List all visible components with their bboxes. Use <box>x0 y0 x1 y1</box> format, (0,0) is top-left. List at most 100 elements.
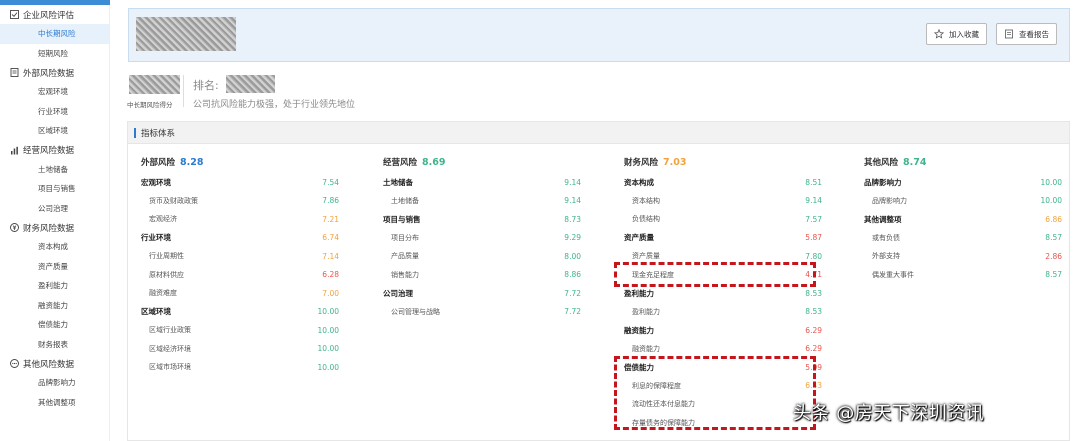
company-name-redacted <box>136 17 236 51</box>
sidebar-item[interactable]: 短期风险 <box>0 44 109 64</box>
indicator-row: 其他调整项 6.86 <box>864 210 1062 229</box>
sidebar-item[interactable]: 项目与销售 <box>0 179 109 199</box>
sidebar-item[interactable]: 财务报表 <box>0 335 109 355</box>
add-favorite-button[interactable]: 加入收藏 <box>926 23 987 45</box>
operating-risk-column: 经营风险 8.69 土地储备 9.14 土地储备 9.14 项目与销售 8.73 项目分布 9.2… <box>383 151 581 321</box>
indicator-value: 8.57 <box>1045 233 1062 243</box>
indicator-label: 融资能力 <box>632 344 660 353</box>
indicator-value: 5.87 <box>805 233 822 243</box>
indicator-value: 10.00 <box>1040 196 1062 206</box>
view-report-label: 查看报告 <box>1019 29 1049 39</box>
indicator-row: 产品质量 8.00 <box>383 247 581 266</box>
column-title-label: 经营风险 <box>383 158 418 168</box>
sidebar-item-label: 项目与销售 <box>38 184 76 194</box>
indicator-value: 8.73 <box>564 214 581 224</box>
panel-accent-bar <box>134 127 136 138</box>
indicator-row: 资本结构 9.14 <box>624 192 822 211</box>
indicator-value: 6.29 <box>805 325 822 335</box>
sidebar-item[interactable]: 融资能力 <box>0 296 109 316</box>
sidebar-item[interactable]: 资本构成 <box>0 237 109 257</box>
rank-value-redacted <box>226 75 275 93</box>
indicator-row: 项目与销售 8.73 <box>383 210 581 229</box>
view-report-button[interactable]: 查看报告 <box>996 23 1057 45</box>
indicator-value: 7.21 <box>322 214 339 224</box>
indicator-row: 原材料供应 6.28 <box>141 266 339 285</box>
indicator-value: 7.86 <box>322 196 339 206</box>
sidebar-group[interactable]: 财务风险数据 <box>0 218 109 237</box>
column-score: 8.28 <box>180 156 204 168</box>
sidebar-item[interactable]: 土地储备 <box>0 160 109 180</box>
indicator-value: 8.51 <box>805 177 822 187</box>
sidebar-item-label: 财务报表 <box>38 339 68 349</box>
sidebar-item[interactable]: 盈利能力 <box>0 276 109 296</box>
highlight-box-cash <box>614 262 816 287</box>
indicator-label: 其他调整项 <box>864 214 902 224</box>
sidebar-item[interactable]: 宏观环境 <box>0 82 109 102</box>
sidebar-item-label: 宏观环境 <box>38 87 68 97</box>
indicator-value: 7.00 <box>322 288 339 298</box>
sidebar-item-label: 区域环境 <box>38 126 68 136</box>
sidebar-item[interactable]: 中长期风险 <box>0 24 109 44</box>
sidebar-item[interactable]: 行业环境 <box>0 102 109 122</box>
sidebar-group-label: 其他风险数据 <box>23 359 75 370</box>
score-value-redacted <box>129 75 180 94</box>
indicator-row: 区域市场环境 10.00 <box>141 358 339 377</box>
sidebar-item[interactable]: 其他调整项 <box>0 393 109 413</box>
indicator-row: 盈利能力 8.53 <box>624 303 822 322</box>
column-title-label: 财务风险 <box>624 158 659 168</box>
indicator-value: 10.00 <box>317 344 339 354</box>
indicator-row: 项目分布 9.29 <box>383 229 581 248</box>
indicator-label: 销售能力 <box>391 270 419 279</box>
score-label: 中长期风险得分 <box>127 101 173 109</box>
indicator-label: 区域经济环境 <box>149 344 191 353</box>
indicator-label: 行业环境 <box>141 233 171 243</box>
indicator-label: 融资难度 <box>149 289 177 298</box>
sidebar-group-label: 财务风险数据 <box>23 223 75 234</box>
indicator-row: 区域经济环境 10.00 <box>141 340 339 359</box>
indicator-value: 8.57 <box>1045 270 1062 280</box>
panel-header: 指标体系 <box>128 122 1069 144</box>
report-icon <box>1005 29 1013 39</box>
sidebar-item[interactable]: 偿债能力 <box>0 315 109 335</box>
sidebar-item[interactable]: 公司治理 <box>0 199 109 219</box>
indicator-value: 6.74 <box>322 233 339 243</box>
sidebar-item[interactable]: 品牌影响力 <box>0 373 109 393</box>
indicator-label: 区域行业政策 <box>149 326 191 335</box>
indicator-label: 土地储备 <box>391 196 419 205</box>
sidebar-item-label: 品牌影响力 <box>38 378 76 388</box>
indicator-value: 9.14 <box>564 177 581 187</box>
watermark: 头条 @房天下深圳资讯 <box>793 403 985 424</box>
indicator-label: 盈利能力 <box>624 288 654 298</box>
indicator-value: 8.00 <box>564 251 581 261</box>
indicator-row: 公司管理与战略 7.72 <box>383 303 581 322</box>
column-title-label: 外部风险 <box>141 158 176 168</box>
indicator-label: 原材料供应 <box>149 270 184 279</box>
sidebar-item-label: 行业环境 <box>38 106 68 116</box>
indicator-row: 土地储备 9.14 <box>383 173 581 192</box>
indicator-label: 偶发重大事件 <box>872 270 914 279</box>
indicator-value: 9.14 <box>564 196 581 206</box>
divider <box>183 75 184 107</box>
column-title-label: 其他风险 <box>864 158 899 168</box>
sidebar-group-label: 企业风险评估 <box>23 10 75 21</box>
sidebar-item-label: 融资能力 <box>38 300 68 310</box>
indicator-value: 9.29 <box>564 233 581 243</box>
indicator-label: 资产质量 <box>624 233 654 243</box>
sidebar-group[interactable]: 经营风险数据 <box>0 141 109 160</box>
sidebar-group[interactable]: 企业风险评估 <box>0 5 109 24</box>
indicator-row: 区域行业政策 10.00 <box>141 321 339 340</box>
sidebar-item-label: 盈利能力 <box>38 281 68 291</box>
indicator-label: 资本结构 <box>632 196 660 205</box>
sidebar-group[interactable]: 外部风险数据 <box>0 63 109 82</box>
indicator-label: 外部支持 <box>872 252 900 261</box>
sidebar-item-label: 资本构成 <box>38 242 68 252</box>
sidebar-item-label: 资产质量 <box>38 261 68 271</box>
indicator-value: 8.86 <box>564 270 581 280</box>
sidebar-group[interactable]: 其他风险数据 <box>0 354 109 373</box>
sidebar-item[interactable]: 区域环境 <box>0 121 109 141</box>
indicator-row: 融资能力 6.29 <box>624 321 822 340</box>
indicator-label: 资本构成 <box>624 177 654 187</box>
indicator-value: 7.72 <box>564 288 581 298</box>
indicator-label: 货币及财政政策 <box>149 196 198 205</box>
sidebar-item[interactable]: 资产质量 <box>0 257 109 277</box>
